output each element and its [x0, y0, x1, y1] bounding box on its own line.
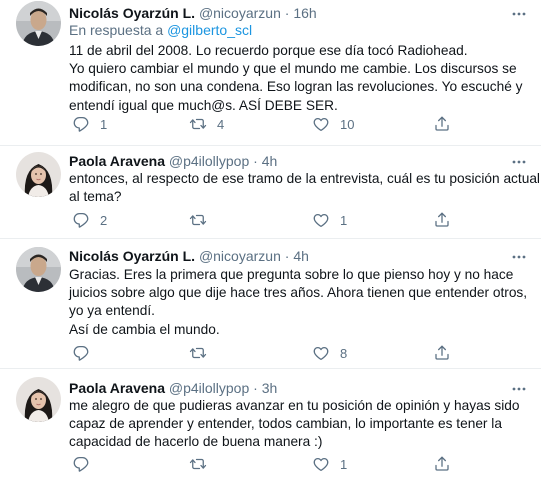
share-upload-icon [433, 115, 451, 133]
tweet-header: Paola Aravena @p4ilollypop · 3h [69, 379, 511, 397]
more-horizontal-icon[interactable] [511, 249, 527, 265]
retweet-count: 4 [217, 116, 225, 132]
like-count: 1 [340, 456, 348, 472]
like-button[interactable]: 8 [312, 343, 347, 363]
tweet-actions: 2 1 [64, 210, 464, 230]
tweet-text-line: entendí igual que much@s. ASÍ DEBE SER. [69, 97, 338, 113]
share-upload-icon [433, 344, 451, 362]
author-name[interactable]: Nicolás Oyarzún L. [69, 5, 195, 21]
tweet-text-line: yo ya entendí. [69, 303, 155, 319]
author-handle[interactable]: @nicoyarzun [199, 5, 281, 21]
reply-button[interactable]: 1 [72, 114, 107, 134]
author-handle[interactable]: @nicoyarzun [199, 248, 281, 264]
like-count: 1 [340, 212, 348, 228]
reply-count: 1 [100, 116, 108, 132]
share-upload-icon [433, 455, 451, 473]
tweet-text: 11 de abril del 2008. Lo recuerdo porque… [69, 42, 523, 115]
tweet-text-line: 11 de abril del 2008. Lo recuerdo porque… [69, 43, 468, 58]
retweet-icon [189, 211, 207, 229]
reply-button[interactable] [72, 454, 100, 474]
author-handle[interactable]: @p4ilollypop [169, 153, 249, 169]
tweet-text-line: juicios sobre algo que dije hace tres añ… [69, 285, 528, 301]
reply-button[interactable]: 2 [72, 210, 107, 230]
tweet-text-line: me alegro de que pudieras avanzar en tu … [69, 398, 520, 413]
heart-outline-icon [312, 344, 330, 362]
tweet-text-line: entonces, al respecto de ese tramo de la… [69, 171, 540, 186]
like-count: 10 [340, 116, 355, 132]
author-name[interactable]: Paola Aravena [69, 380, 165, 396]
tweet-text-line: Gracias. Eres la primera que pregunta so… [69, 267, 514, 282]
tweet[interactable]: Nicolás Oyarzún L. @nicoyarzun · 16h En … [0, 0, 541, 146]
avatar-image [16, 247, 61, 292]
tweet-text: entonces, al respecto de ese tramo de la… [69, 170, 540, 206]
reply-bubble-icon [72, 455, 90, 473]
separator-dot: · [253, 153, 258, 169]
separator-dot: · [284, 5, 290, 21]
retweet-button[interactable] [189, 210, 217, 230]
more-horizontal-icon[interactable] [511, 154, 527, 170]
tweet-text-line: modifican, no son una condena. Eso logra… [69, 79, 523, 95]
like-count: 8 [340, 345, 348, 361]
tweet[interactable]: Paola Aravena @p4ilollypop · 3h me alegr… [0, 369, 541, 490]
tweet-actions: 1 4 10 [64, 114, 464, 134]
reply-context: En respuesta a @gilberto_scl [69, 21, 252, 39]
tweet-text-line: Yo quiero cambiar el mundo y que el mund… [69, 61, 517, 77]
more-horizontal-icon[interactable] [511, 6, 527, 22]
retweet-icon [189, 455, 207, 473]
avatar-image [16, 377, 61, 422]
share-button[interactable] [433, 343, 451, 363]
retweet-icon [189, 115, 207, 133]
avatar[interactable] [16, 1, 61, 46]
reply-bubble-icon [72, 211, 90, 229]
like-button[interactable]: 10 [312, 114, 354, 134]
tweet-time[interactable]: 16h [293, 5, 316, 21]
retweet-icon [189, 344, 207, 362]
heart-outline-icon [312, 455, 330, 473]
avatar[interactable] [16, 247, 61, 292]
separator-dot: · [284, 248, 290, 264]
avatar[interactable] [16, 377, 61, 422]
more-horizontal-icon[interactable] [511, 381, 527, 397]
like-button[interactable]: 1 [312, 454, 347, 474]
tweet-text-line: capacidad de hacerlo de buena manera :) [69, 434, 323, 450]
tweet-header: Nicolás Oyarzún L. @nicoyarzun · 4h [69, 247, 511, 265]
tweet-text: Gracias. Eres la primera que pregunta so… [69, 266, 528, 339]
reply-count: 2 [100, 212, 108, 228]
retweet-button[interactable] [189, 454, 217, 474]
retweet-button[interactable] [189, 343, 217, 363]
heart-outline-icon [312, 211, 330, 229]
tweet-time[interactable]: 3h [262, 380, 278, 396]
share-button[interactable] [433, 114, 451, 134]
share-button[interactable] [433, 210, 451, 230]
tweet-actions: 8 [64, 343, 464, 363]
author-name[interactable]: Nicolás Oyarzún L. [69, 248, 195, 264]
tweet-header: Nicolás Oyarzún L. @nicoyarzun · 16h [69, 4, 511, 22]
separator-dot: · [253, 380, 258, 396]
reply-button[interactable] [72, 343, 100, 363]
tweet-text-line: capaz de aprender y entender, todos camb… [69, 416, 502, 432]
retweet-button[interactable]: 4 [189, 114, 224, 134]
reply-bubble-icon [72, 344, 90, 362]
share-button[interactable] [433, 454, 451, 474]
tweet[interactable]: Paola Aravena @p4ilollypop · 4h entonces… [0, 146, 541, 239]
avatar-image [16, 152, 61, 197]
tweet-time[interactable]: 4h [262, 153, 278, 169]
share-upload-icon [433, 211, 451, 229]
like-button[interactable]: 1 [312, 210, 347, 230]
avatar-image [16, 1, 61, 46]
reply-to-link[interactable]: @gilberto_scl [167, 22, 252, 38]
avatar[interactable] [16, 152, 61, 197]
tweet-actions: 1 [64, 454, 464, 474]
tweet-text: me alegro de que pudieras avanzar en tu … [69, 397, 523, 452]
tweet-header: Paola Aravena @p4ilollypop · 4h [69, 152, 511, 170]
tweet-time[interactable]: 4h [293, 248, 309, 264]
author-name[interactable]: Paola Aravena [69, 153, 165, 169]
heart-outline-icon [312, 115, 330, 133]
reply-prefix: En respuesta a [69, 22, 164, 38]
tweet[interactable]: Nicolás Oyarzún L. @nicoyarzun · 4h Grac… [0, 239, 541, 369]
author-handle[interactable]: @p4ilollypop [169, 380, 249, 396]
reply-bubble-icon [72, 115, 90, 133]
tweet-text-line: Así de cambia el mundo. [69, 321, 220, 337]
tweet-text-line: al tema? [69, 189, 122, 205]
